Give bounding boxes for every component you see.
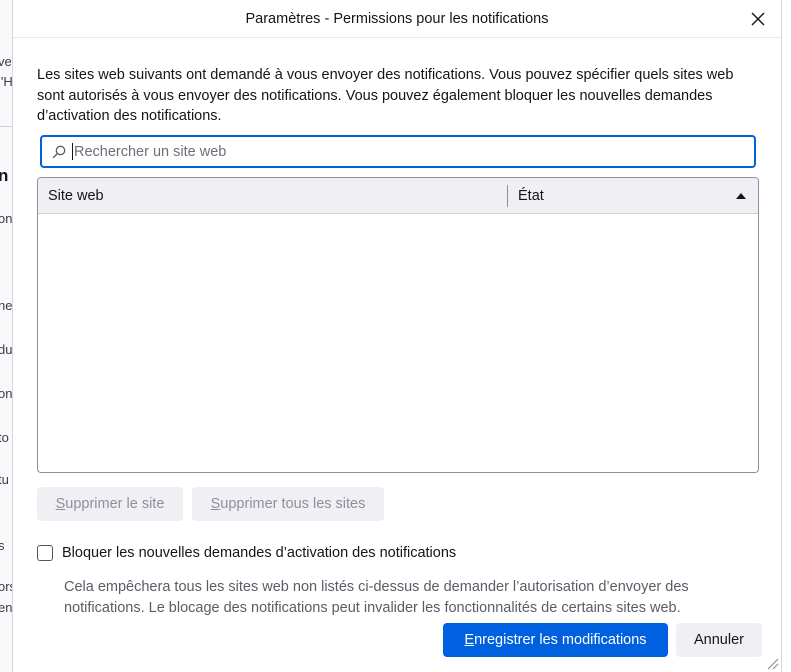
dialog-description: Les sites web suivants ont demandé à vou…	[37, 67, 734, 124]
bg-divider	[0, 126, 12, 127]
notification-permissions-dialog: Paramètres - Permissions pour les notifi…	[12, 0, 782, 672]
bg-text-fragment: ne	[0, 298, 12, 313]
bg-text-fragment: en	[0, 600, 12, 615]
dialog-titlebar: Paramètres - Permissions pour les notifi…	[13, 0, 781, 38]
column-header-site[interactable]: Site web	[38, 178, 508, 214]
block-requests-checkbox[interactable]	[37, 545, 53, 561]
bg-text-fragment: ors	[0, 579, 12, 594]
block-requests-option[interactable]: Bloquer les nouvelles demandes d’activat…	[37, 545, 456, 561]
access-key-char: S	[55, 496, 66, 512]
search-box[interactable]	[40, 135, 756, 168]
bg-text-fragment: l'H	[0, 74, 12, 89]
table-header: Site web État	[38, 178, 758, 214]
bg-text-fragment: on	[0, 211, 12, 226]
save-changes-button[interactable]: Enregistrer les modifications	[443, 623, 668, 657]
block-requests-note: Cela empêchera tous les sites web non li…	[64, 579, 689, 616]
remove-site-button[interactable]: Supprimer le site	[37, 487, 183, 521]
bg-text-fragment: du	[0, 342, 12, 357]
cancel-button-label: Annuler	[694, 632, 744, 648]
button-label: nregistrer les modifications	[474, 632, 647, 648]
access-key-char: S	[210, 496, 221, 512]
bg-text-fragment: tu	[0, 472, 9, 487]
sites-table: Site web État	[37, 177, 759, 473]
cancel-button[interactable]: Annuler	[676, 623, 762, 657]
button-label: upprimer le site	[65, 496, 165, 512]
access-key-char: E	[464, 632, 475, 648]
column-header-site-label: Site web	[48, 187, 104, 204]
resize-grip-icon[interactable]	[763, 654, 779, 670]
text-cursor	[72, 143, 73, 160]
sort-ascending-icon	[736, 192, 746, 199]
button-label: upprimer tous les sites	[220, 496, 366, 512]
bg-text-fragment: to	[0, 430, 9, 445]
bg-text-fragment: on	[0, 386, 12, 401]
search-icon	[52, 145, 66, 159]
bg-text-fragment: n	[0, 166, 9, 185]
background-preferences-page: ve l'H n on ne du on to tu s ors en	[0, 0, 12, 672]
column-header-state[interactable]: État	[508, 178, 758, 214]
search-input[interactable]	[74, 139, 754, 164]
remove-all-sites-button[interactable]: Supprimer tous les sites	[192, 487, 384, 521]
dialog-title: Paramètres - Permissions pour les notifi…	[245, 10, 549, 27]
bg-text-fragment: ve	[0, 54, 12, 69]
bg-text-fragment: s	[0, 538, 5, 553]
block-requests-label: Bloquer les nouvelles demandes d’activat…	[62, 545, 457, 561]
close-button[interactable]	[747, 8, 769, 30]
close-icon	[751, 12, 765, 26]
column-header-state-label: État	[518, 187, 544, 204]
